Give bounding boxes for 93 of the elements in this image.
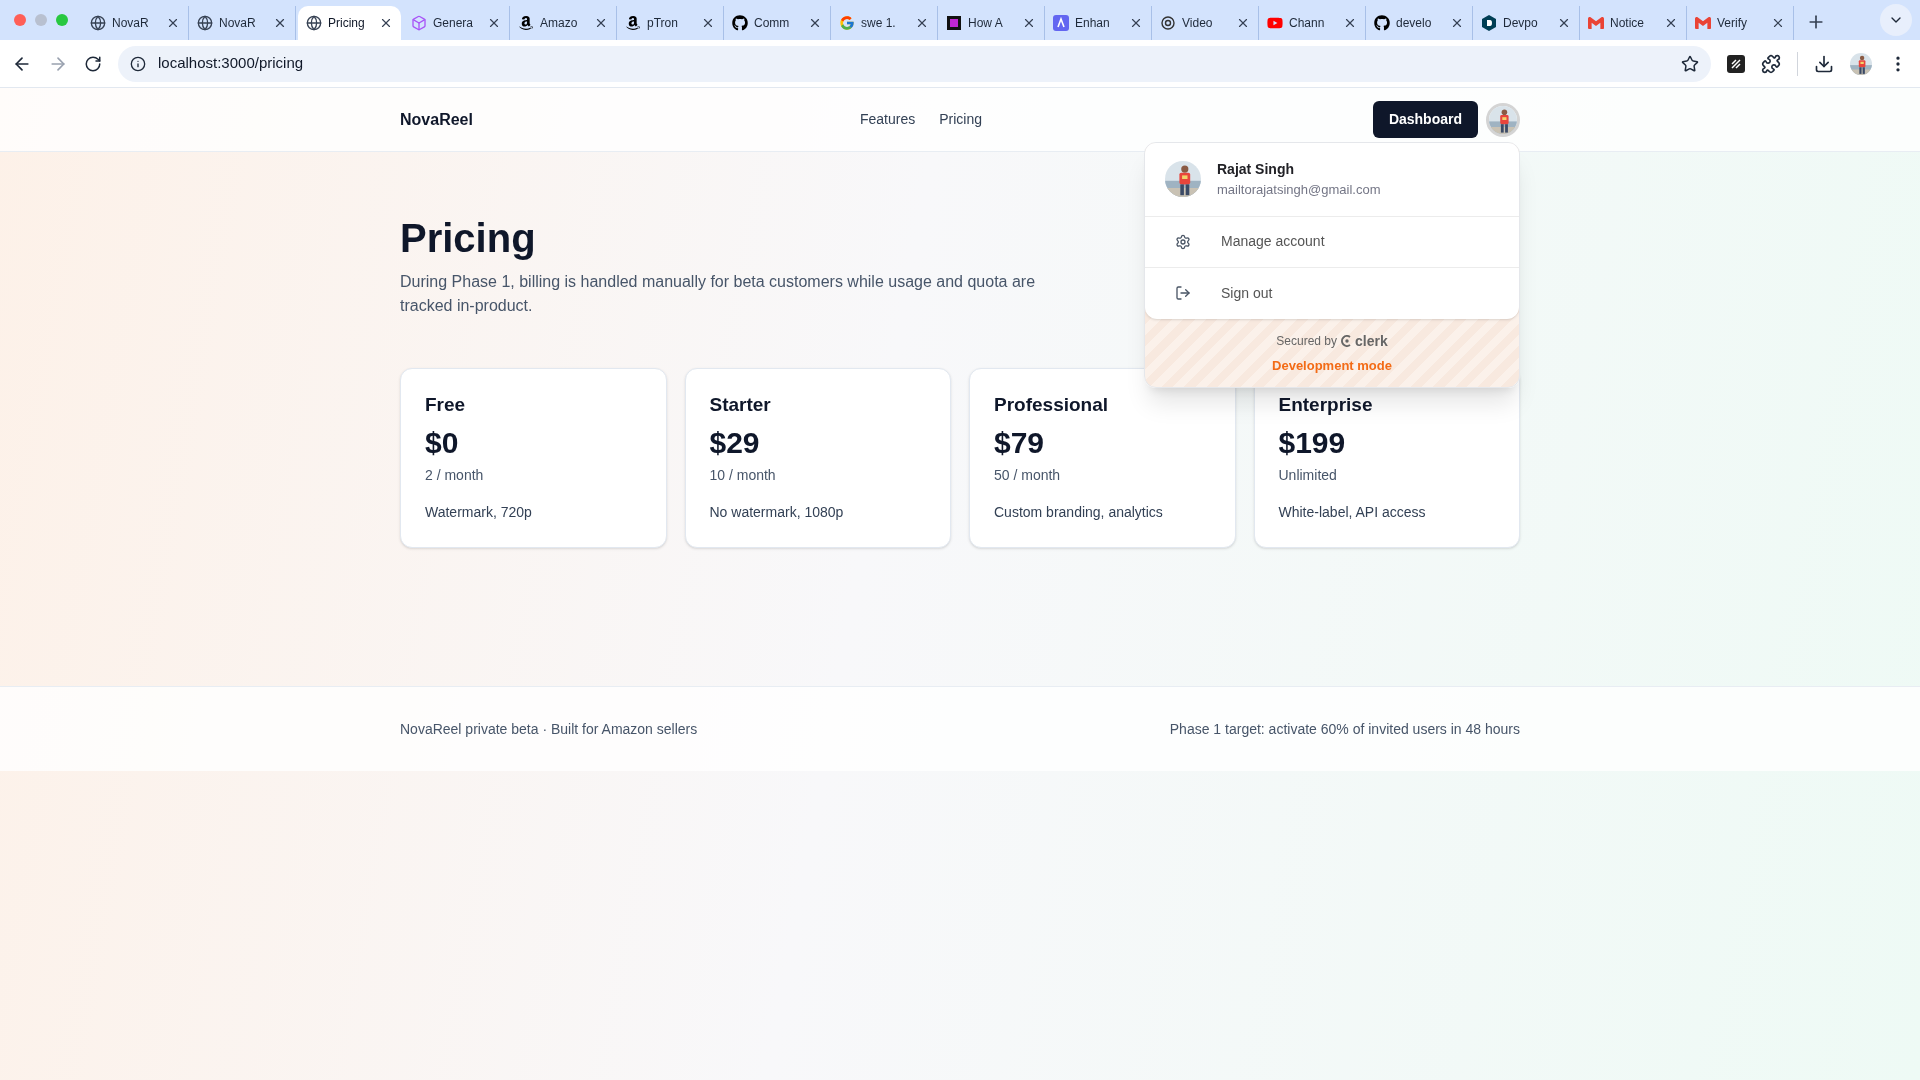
close-icon[interactable] bbox=[273, 16, 287, 30]
tab-title: Comm bbox=[754, 15, 790, 32]
tab-title: Amazo bbox=[540, 15, 578, 32]
nav-link[interactable]: Pricing bbox=[939, 109, 983, 130]
plan-quota: 50 / month bbox=[994, 466, 1062, 485]
tab-search-button[interactable] bbox=[1880, 4, 1912, 36]
info-icon[interactable] bbox=[130, 55, 146, 72]
close-icon[interactable] bbox=[1022, 16, 1036, 30]
page-description: During Phase 1, billing is handled manually for beta customers while usage and quota are tracked in-product. bbox=[400, 272, 1037, 316]
avatar-button[interactable] bbox=[1486, 102, 1520, 137]
menu-item[interactable]: Manage account bbox=[1145, 216, 1519, 268]
tab-title: Notice bbox=[1610, 15, 1644, 32]
plan-price: $199 bbox=[1278, 425, 1347, 461]
user-email: mailtorajatsingh@gmail.com bbox=[1217, 181, 1381, 199]
globe-icon bbox=[197, 15, 213, 31]
tab-title: swe 1. bbox=[861, 15, 896, 32]
tab-title: Enhan bbox=[1075, 15, 1110, 32]
nav-link[interactable]: Features bbox=[860, 109, 916, 130]
star-icon[interactable] bbox=[1681, 54, 1699, 73]
page-title: Pricing bbox=[400, 215, 536, 262]
plan-name: Enterprise bbox=[1278, 393, 1374, 417]
close-icon[interactable] bbox=[166, 16, 180, 30]
address-bar[interactable]: localhost:3000/pricing bbox=[118, 45, 1711, 82]
close-icon[interactable] bbox=[1771, 16, 1785, 30]
knot-icon bbox=[1160, 15, 1176, 31]
tab-title: Pricing bbox=[328, 15, 365, 32]
site-logo-icon bbox=[1374, 15, 1390, 31]
puzzle-icon[interactable] bbox=[1761, 53, 1781, 74]
reload-icon[interactable] bbox=[84, 54, 102, 73]
cube-icon bbox=[411, 15, 427, 31]
plan-name: Free bbox=[425, 393, 467, 417]
provider-name: clerk bbox=[1355, 331, 1388, 351]
menu-item[interactable]: Sign out bbox=[1145, 267, 1519, 319]
url-text: localhost:3000/pricing bbox=[158, 53, 305, 74]
site-logo-icon bbox=[518, 15, 534, 31]
sign-out-icon bbox=[1175, 285, 1191, 301]
tab-title: develo bbox=[1396, 15, 1432, 32]
close-icon[interactable] bbox=[1450, 16, 1464, 30]
download-icon[interactable] bbox=[1814, 53, 1834, 74]
user-name: Rajat Singh bbox=[1217, 160, 1295, 179]
logo-icon bbox=[1341, 335, 1353, 347]
close-icon[interactable] bbox=[1236, 16, 1250, 30]
footer-text: Phase 1 target: activate 60% of invited users in 48 hours bbox=[1169, 719, 1520, 739]
close-icon[interactable] bbox=[1557, 16, 1571, 30]
plan-quota: 10 / month bbox=[709, 466, 777, 485]
dashboard-button[interactable]: Dashboard bbox=[1372, 101, 1478, 138]
close-icon[interactable] bbox=[1664, 16, 1678, 30]
close-icon[interactable] bbox=[701, 16, 715, 30]
close-icon[interactable] bbox=[1129, 16, 1143, 30]
plan-features: Watermark, 720p bbox=[425, 503, 533, 522]
plan-features: No watermark, 1080p bbox=[709, 503, 845, 522]
footer-text: NovaReel private beta · Built for Amazon sellers bbox=[400, 719, 698, 739]
plan-price: $79 bbox=[994, 425, 1046, 461]
hexagon-icon bbox=[1481, 15, 1497, 31]
extension-icon[interactable] bbox=[1727, 54, 1745, 73]
browser-tab[interactable]: Pricing bbox=[298, 6, 401, 40]
site-logo-icon bbox=[1053, 15, 1069, 31]
plan-price: $29 bbox=[709, 425, 761, 461]
close-icon[interactable] bbox=[487, 16, 501, 30]
brand-name[interactable]: NovaReel bbox=[400, 107, 860, 132]
envelope-icon bbox=[1588, 15, 1604, 31]
square-icon bbox=[946, 15, 962, 31]
tab-title: Devpo bbox=[1503, 15, 1538, 32]
tab-title: How A bbox=[968, 15, 1003, 32]
tab-title: NovaR bbox=[112, 15, 149, 32]
close-icon[interactable] bbox=[594, 16, 608, 30]
tab-title: pTron bbox=[647, 15, 678, 32]
site-logo-icon bbox=[839, 15, 855, 31]
envelope-icon bbox=[1695, 15, 1711, 31]
plan-features: Custom branding, analytics bbox=[994, 503, 1164, 522]
tab-title: Video bbox=[1182, 15, 1213, 32]
tab-title: Verify bbox=[1717, 15, 1747, 32]
close-icon[interactable] bbox=[915, 16, 929, 30]
plan-features: White-label, API access bbox=[1278, 503, 1427, 522]
secured-by-text: Secured by bbox=[1276, 333, 1337, 350]
site-logo-icon bbox=[732, 15, 748, 31]
tab-title: Chann bbox=[1289, 15, 1325, 32]
tab-title: NovaR bbox=[219, 15, 256, 32]
site-logo-icon bbox=[625, 15, 641, 31]
tab-title: Genera bbox=[433, 15, 474, 32]
globe-icon bbox=[306, 15, 322, 31]
plan-quota: Unlimited bbox=[1278, 466, 1338, 485]
settings-icon bbox=[1175, 233, 1191, 250]
plan-price: $0 bbox=[425, 425, 460, 461]
plan-name: Professional bbox=[994, 393, 1110, 417]
mode-label: Development mode bbox=[1272, 356, 1392, 375]
play-icon bbox=[1267, 15, 1283, 31]
close-icon[interactable] bbox=[808, 16, 822, 30]
plan-name: Starter bbox=[709, 393, 772, 417]
close-icon[interactable] bbox=[1343, 16, 1357, 30]
globe-icon bbox=[90, 15, 106, 31]
plan-quota: 2 / month bbox=[425, 466, 485, 485]
close-icon[interactable] bbox=[379, 16, 393, 30]
